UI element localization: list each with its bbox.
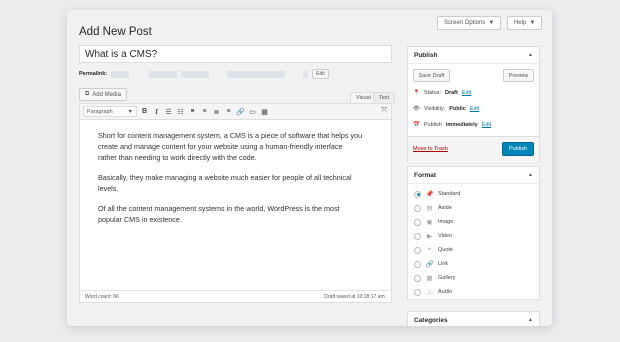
post-title-input[interactable]: What is a CMS? xyxy=(79,45,392,63)
add-media-button[interactable]: ⧉ Add Media xyxy=(79,88,127,101)
collapse-caret-icon[interactable]: ▲ xyxy=(528,52,533,58)
align-right-icon[interactable]: ≡ xyxy=(224,108,233,115)
edit-permalink-button[interactable]: Edit xyxy=(312,69,329,79)
italic-icon[interactable]: I xyxy=(152,108,161,116)
eye-icon: 👁 xyxy=(413,106,420,112)
edit-visibility-link[interactable]: Edit xyxy=(470,106,479,112)
link-icon: 🔗 xyxy=(425,261,434,268)
permalink-row: Permalink: Edit xyxy=(79,69,329,79)
edit-schedule-link[interactable]: Edit xyxy=(482,122,491,128)
blurred-url-segment xyxy=(303,70,309,78)
insert-link-icon[interactable]: 🔗 xyxy=(236,108,245,116)
format-option-image[interactable]: ▣ Image xyxy=(414,216,453,228)
gallery-icon: ▦ xyxy=(426,275,433,282)
format-option-audio[interactable]: ♫ Audio xyxy=(414,286,452,298)
publish-button[interactable]: Publish xyxy=(502,142,534,156)
editor-content[interactable]: Short for content management system, a C… xyxy=(98,130,363,234)
quote-icon: ❝ xyxy=(427,247,432,254)
radio-button[interactable] xyxy=(414,232,421,240)
help-button[interactable]: Help ▼ xyxy=(507,16,543,30)
blurred-url-segment xyxy=(181,70,210,78)
paragraph-format-select[interactable]: Paragraph ▼ xyxy=(83,106,137,117)
collapse-caret-icon[interactable]: ▲ xyxy=(528,172,533,178)
calendar-icon: 📅 xyxy=(413,122,420,128)
radio-button[interactable] xyxy=(414,274,421,282)
align-left-icon[interactable]: ≡ xyxy=(200,108,209,115)
bullet-list-icon[interactable]: ☰ xyxy=(164,108,173,116)
format-option-aside[interactable]: ▤ Aside xyxy=(414,202,452,214)
blurred-url-segment xyxy=(227,70,286,78)
categories-box-header[interactable]: Categories ▲ xyxy=(408,312,539,326)
publish-actions: Move to Trash Publish xyxy=(408,136,539,162)
format-option-standard[interactable]: 📌 Standard xyxy=(414,188,460,200)
edit-status-link[interactable]: Edit xyxy=(462,90,471,96)
visibility-row: 👁 Visibility: Public Edit xyxy=(413,106,480,112)
screen-options-button[interactable]: Screen Options ▼ xyxy=(437,16,502,30)
format-box: Format ▲ 📌 Standard ▤ Aside ▣ Image ▶ Vi… xyxy=(407,166,540,300)
radio-button[interactable] xyxy=(414,190,421,198)
image-icon: ▣ xyxy=(426,219,433,226)
save-draft-button[interactable]: Save Draft xyxy=(413,69,450,82)
radio-button[interactable] xyxy=(414,288,421,296)
status-row: 📍 Status: Draft Edit xyxy=(413,90,472,96)
video-icon: ▶ xyxy=(427,233,432,240)
read-more-icon[interactable]: ▭ xyxy=(248,108,257,116)
add-media-icon: ⧉ xyxy=(85,91,90,97)
caret-down-icon: ▼ xyxy=(127,108,133,115)
bold-icon[interactable]: B xyxy=(140,108,149,115)
word-count: Word count: 66 xyxy=(85,293,119,300)
format-box-header[interactable]: Format ▲ xyxy=(408,167,539,184)
publish-box-header[interactable]: Publish ▲ xyxy=(408,47,539,64)
blurred-url-segment xyxy=(111,70,130,78)
radio-button[interactable] xyxy=(414,260,421,268)
preview-button[interactable]: Preview xyxy=(503,69,534,82)
page-title: Add New Post xyxy=(79,26,152,38)
format-option-quote[interactable]: ❝ Quote xyxy=(414,244,453,256)
tab-text[interactable]: Text xyxy=(373,92,396,103)
content-paragraph: Short for content management system, a C… xyxy=(98,131,363,162)
align-center-icon[interactable]: ≣ xyxy=(212,108,221,116)
editor-status-bar: Word count: 66 Draft saved at 10:18:17 a… xyxy=(80,290,391,302)
editor-window: Screen Options ▼ Help ▼ Add New Post Wha… xyxy=(67,10,552,326)
radio-button[interactable] xyxy=(414,246,421,254)
publish-box: Publish ▲ Save Draft Preview 📍 Status: D… xyxy=(407,46,540,162)
format-option-gallery[interactable]: ▦ Gallery xyxy=(414,272,455,284)
pin-icon: 📌 xyxy=(425,191,434,198)
content-paragraph: Basically, they make managing a website … xyxy=(98,173,352,193)
aside-icon: ▤ xyxy=(426,205,433,212)
move-to-trash-link[interactable]: Move to Trash xyxy=(413,146,448,152)
format-option-link[interactable]: 🔗 Link xyxy=(414,258,448,270)
draft-saved-status: Draft saved at 10:18:17 am. xyxy=(324,293,386,300)
audio-icon: ♫ xyxy=(427,288,432,296)
permalink-label: Permalink: xyxy=(79,71,108,77)
caret-down-icon: ▼ xyxy=(529,20,536,26)
radio-button[interactable] xyxy=(414,204,421,212)
content-paragraph: Of all the content management systems in… xyxy=(98,204,340,224)
schedule-row: 📅 Publish immediately Edit xyxy=(413,122,492,128)
numbered-list-icon[interactable]: ☷ xyxy=(176,108,185,116)
pin-icon: 📍 xyxy=(413,90,420,96)
categories-box: Categories ▲ xyxy=(407,311,540,326)
content-editor: Paragraph ▼ B I ☰ ☷ ❝ ≡ ≣ ≡ 🔗 ▭ ▦ ⤧ Shor… xyxy=(79,103,392,303)
toolbar-toggle-icon[interactable]: ▦ xyxy=(260,108,269,116)
blurred-url-segment xyxy=(149,70,178,78)
format-option-video[interactable]: ▶ Video xyxy=(414,230,452,242)
collapse-caret-icon[interactable]: ▲ xyxy=(528,317,533,323)
radio-button[interactable] xyxy=(414,218,421,226)
blockquote-icon[interactable]: ❝ xyxy=(188,108,197,116)
caret-down-icon: ▼ xyxy=(488,20,495,26)
editor-toolbar: Paragraph ▼ B I ☰ ☷ ❝ ≡ ≣ ≡ 🔗 ▭ ▦ ⤧ xyxy=(80,104,391,120)
fullscreen-icon[interactable]: ⤧ xyxy=(381,107,387,115)
